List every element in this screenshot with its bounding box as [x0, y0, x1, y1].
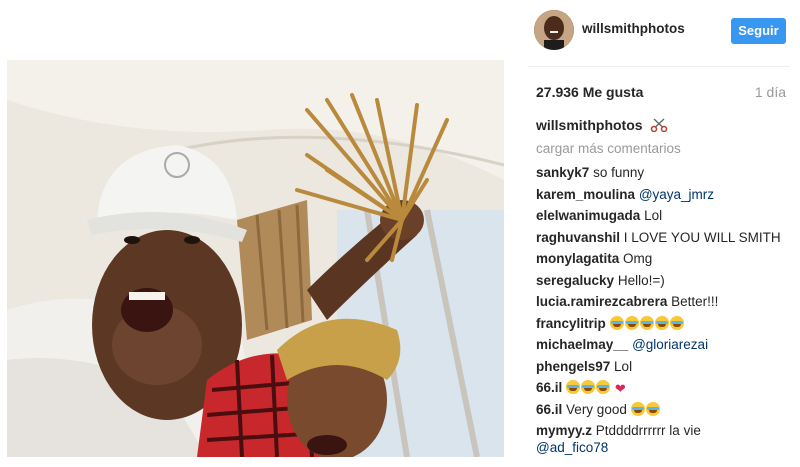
comment-item: raghuvanshil I LOVE YOU WILL SMITH: [536, 227, 798, 249]
post-details-panel: willsmithphotos Seguir 27.936 Me gusta 1…: [518, 0, 800, 467]
comment-item: sankyk7 so funny: [536, 162, 798, 184]
comment-text: Better!!!: [671, 294, 719, 309]
caption-username[interactable]: willsmithphotos: [536, 117, 643, 133]
comment-item: 66.il ❤: [536, 377, 798, 399]
likes-count[interactable]: 27.936 Me gusta: [536, 84, 643, 100]
comment-item: elelwanimugada Lol: [536, 205, 798, 227]
comment-username[interactable]: sankyk7: [536, 165, 589, 180]
laughing-emoji-icon: [630, 401, 661, 417]
comment-username[interactable]: phengels97: [536, 359, 610, 374]
comment-text: Hello!=): [617, 272, 665, 288]
comment-text: so funny: [593, 165, 645, 180]
comment-text: Very good: [566, 401, 627, 417]
comment-item: monylagatita Omg: [536, 248, 798, 270]
follow-button[interactable]: Seguir: [731, 18, 786, 44]
comment-text: I LOVE YOU WILL SMITH: [623, 229, 781, 245]
owner-username[interactable]: willsmithphotos: [582, 21, 685, 36]
comment-item: michaelmay__ @gloriarezai: [536, 334, 798, 356]
comment-item: seregalucky Hello!=): [536, 270, 798, 292]
comment-username[interactable]: seregalucky: [536, 273, 614, 288]
post-time[interactable]: 1 día: [755, 84, 786, 100]
comment-username[interactable]: elelwanimugada: [536, 208, 640, 223]
comment-username[interactable]: michaelmay__: [536, 337, 628, 352]
post-caption: willsmithphotos: [536, 117, 668, 135]
laughing-emoji-icon: [566, 380, 611, 395]
comment-item: mymyy.z Ptddddrrrrrr la vie @ad_fico78: [536, 420, 798, 463]
comment-text: Omg: [623, 251, 653, 266]
comment-text: Lol: [614, 358, 633, 374]
avatar[interactable]: [534, 10, 574, 50]
comment-item: francylitrip: [536, 313, 798, 335]
scissors-icon: [650, 118, 668, 135]
comment-username[interactable]: lucia.ramirezcabrera: [536, 294, 667, 309]
comment-text: Lol: [644, 208, 663, 223]
comment-item: karem_moulina @yaya_jmrz: [536, 184, 798, 206]
post-header: willsmithphotos Seguir: [518, 10, 800, 54]
comment-item: 66.il Very good: [536, 399, 798, 421]
divider: [528, 66, 790, 67]
comment-item: phengels97 Lol: [536, 356, 798, 378]
comment-username[interactable]: 66.il: [536, 402, 562, 417]
comment-username[interactable]: 66.il: [536, 380, 562, 395]
comment-mention[interactable]: @gloriarezai: [632, 337, 708, 352]
load-more-comments-link[interactable]: cargar más comentarios: [536, 141, 681, 156]
comment-mention[interactable]: @yaya_jmrz: [639, 187, 714, 202]
crying-laughing-emoji-icon: [609, 315, 685, 331]
comments-list: sankyk7 so funny karem_moulina @yaya_jmr…: [536, 162, 798, 463]
comment-username[interactable]: karem_moulina: [536, 187, 635, 202]
post-photo[interactable]: [7, 60, 504, 457]
post-photo-illustration: [7, 60, 504, 457]
comment-username[interactable]: monylagatita: [536, 251, 619, 266]
comment-username[interactable]: raghuvanshil: [536, 230, 620, 245]
comment-username[interactable]: mymyy.z: [536, 423, 592, 438]
comment-username[interactable]: francylitrip: [536, 316, 606, 331]
comment-item: lucia.ramirezcabrera Better!!!: [536, 291, 798, 313]
broken-heart-icon: ❤: [614, 381, 626, 396]
comment-text: Ptddddrrrrrr la vie: [595, 423, 701, 438]
comment-mention[interactable]: @ad_fico78: [536, 440, 608, 455]
avatar-image: [534, 10, 574, 50]
